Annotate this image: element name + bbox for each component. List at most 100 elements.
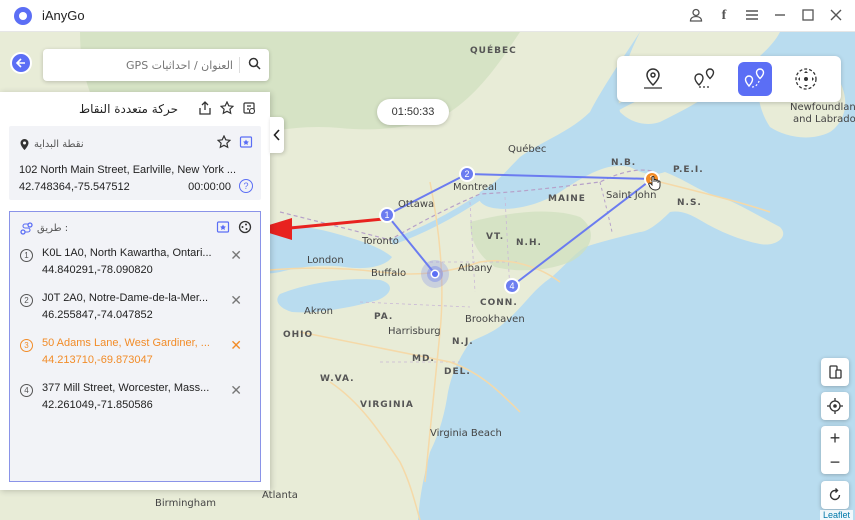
map-label: Montreal: [453, 182, 497, 193]
route-item-number: 1: [20, 249, 33, 262]
map-label: VIRGINIA: [360, 400, 414, 410]
app-title: iAnyGo: [42, 8, 85, 23]
map-label: QUÉBEC: [470, 46, 517, 56]
zoom-control: + −: [821, 426, 849, 474]
map-label: Brookhaven: [465, 314, 525, 325]
map-label: Newfoundland: [790, 102, 855, 113]
save-route-icon[interactable]: [216, 220, 230, 237]
map-label: Akron: [304, 306, 333, 317]
map-label: VT.: [486, 232, 505, 242]
crosshair-icon: [827, 398, 843, 414]
title-bar: iAnyGo f: [0, 0, 855, 32]
search-icon[interactable]: [240, 57, 268, 73]
close-icon[interactable]: [829, 8, 843, 24]
remove-item-icon[interactable]: ✕: [230, 382, 242, 399]
map-label: DEL.: [444, 367, 471, 377]
search-input[interactable]: [43, 53, 239, 77]
multi-spot-panel: حركة متعددة النقاط نقطة البداية 102 Nort…: [0, 92, 270, 490]
route-marker-2[interactable]: 2: [459, 166, 475, 182]
route-item-number: 3: [20, 339, 33, 352]
map-label: N.H.: [516, 238, 542, 248]
history-icon[interactable]: [242, 101, 256, 118]
remove-item-icon[interactable]: ✕: [230, 337, 242, 354]
minimize-icon[interactable]: [773, 8, 787, 24]
start-time: 00:00:00: [188, 181, 231, 193]
mode-toolbar: [617, 56, 841, 102]
route-item-address: K0L 1A0, North Kawartha, Ontari...: [42, 247, 212, 259]
chevron-left-icon: [273, 129, 280, 141]
zoom-in-button[interactable]: +: [830, 426, 841, 450]
route-item-number: 2: [20, 294, 33, 307]
route-settings-icon[interactable]: [238, 220, 252, 237]
refresh-icon: [829, 488, 841, 501]
route-item-coordinates: 46.255847,-74.047852: [42, 309, 153, 321]
maximize-icon[interactable]: [801, 8, 815, 24]
search-bar: [43, 49, 269, 81]
map-label: N.B.: [611, 158, 637, 168]
map-label: Buffalo: [371, 268, 407, 279]
map-label: MAINE: [548, 194, 586, 204]
route-marker-4[interactable]: 4: [504, 278, 520, 294]
route-item-address: J0T 2A0, Notre-Dame-de-la-Mer...: [42, 292, 209, 304]
start-coordinates: 42.748364,-75.547512: [19, 181, 130, 193]
route-item-coordinates: 44.213710,-69.873047: [42, 354, 153, 366]
route-item[interactable]: 4 377 Mill Street, Worcester, Mass... 42…: [10, 379, 260, 424]
remove-item-icon[interactable]: ✕: [230, 292, 242, 309]
route-timer: 01:50:33: [377, 99, 449, 125]
export-icon[interactable]: [198, 100, 212, 118]
user-icon[interactable]: [689, 8, 703, 24]
multi-spot-mode-button[interactable]: [737, 62, 772, 96]
zoom-out-button[interactable]: −: [830, 450, 841, 474]
reset-button[interactable]: [821, 481, 849, 509]
map-label: OHIO: [283, 330, 314, 340]
location-pin-icon: [20, 139, 29, 150]
map-label: Toronto: [362, 236, 399, 247]
panel-title: حركة متعددة النقاط: [78, 102, 178, 116]
multi-pins-icon: [744, 68, 764, 88]
favorite-start-icon[interactable]: [216, 134, 232, 152]
device-icon: [829, 365, 842, 379]
route-label: طريق :: [37, 223, 69, 234]
favorite-star-icon[interactable]: [219, 100, 235, 118]
map-label: Virginia Beach: [430, 428, 502, 439]
collapse-panel-button[interactable]: [270, 117, 284, 153]
help-icon[interactable]: ?: [239, 179, 253, 193]
map-label: N.S.: [677, 198, 702, 208]
route-item[interactable]: 2 J0T 2A0, Notre-Dame-de-la-Mer... 46.25…: [10, 289, 260, 334]
menu-icon[interactable]: [745, 8, 759, 24]
two-pins-icon: [693, 68, 714, 88]
route-item-active[interactable]: 3 50 Adams Lane, West Gardiner, ... 44.2…: [10, 334, 260, 379]
route-list: طريق : 1 K0L 1A0, North Kawartha, Ontari…: [9, 211, 261, 482]
map-label: Ottawa: [398, 199, 435, 210]
remove-item-icon[interactable]: ✕: [230, 247, 242, 264]
map-label: Québec: [508, 144, 547, 155]
route-item-coordinates: 42.261049,-71.850586: [42, 399, 153, 411]
start-point-card[interactable]: نقطة البداية 102 North Main Street, Earl…: [9, 126, 261, 200]
route-marker-1[interactable]: 1: [379, 207, 395, 223]
joystick-mode-button[interactable]: [789, 62, 823, 96]
locate-button[interactable]: [821, 392, 849, 420]
map-label: Albany: [458, 263, 493, 274]
joystick-icon: [794, 68, 817, 90]
map-label: PA.: [374, 312, 394, 322]
start-point-label-group: نقطة البداية: [19, 138, 84, 151]
route-item-address: 50 Adams Lane, West Gardiner, ...: [42, 337, 210, 349]
back-button[interactable]: [10, 52, 32, 74]
pin-icon: [643, 68, 662, 89]
map-label: Atlanta: [262, 490, 298, 501]
route-item-coordinates: 44.840291,-78.090820: [42, 264, 153, 276]
device-button[interactable]: [821, 358, 849, 386]
map-label: Harrisburg: [388, 326, 441, 337]
map-attribution[interactable]: Leaflet: [819, 510, 853, 520]
route-label-group: طريق :: [20, 222, 68, 235]
teleport-mode-button[interactable]: [636, 62, 670, 96]
arrow-left-icon: [15, 58, 25, 68]
map-label: MD.: [412, 354, 435, 364]
map-label: N.J.: [452, 337, 474, 347]
two-spot-mode-button[interactable]: [687, 62, 721, 96]
facebook-icon[interactable]: f: [717, 9, 731, 23]
save-start-icon[interactable]: [239, 135, 253, 152]
map-label: W.VA.: [320, 374, 355, 384]
route-item[interactable]: 1 K0L 1A0, North Kawartha, Ontari... 44.…: [10, 244, 260, 289]
map-label: P.E.I.: [673, 165, 704, 175]
